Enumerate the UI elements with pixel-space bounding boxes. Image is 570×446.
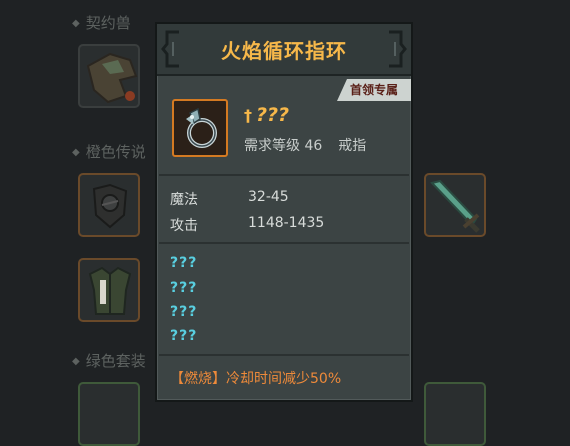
- required-level: 需求等级 46: [244, 138, 323, 154]
- divider: [159, 174, 409, 176]
- chest-armor-icon: [88, 266, 132, 315]
- beast-icon: [86, 52, 138, 104]
- item-title: 火焰循环指环: [221, 39, 347, 63]
- unknown-stat: ???: [170, 280, 198, 296]
- inventory-slot-orange-3[interactable]: [424, 173, 486, 237]
- inventory-slot-pet[interactable]: [78, 44, 140, 108]
- inventory-slot-green-2[interactable]: [78, 382, 140, 446]
- boss-exclusive-badge: 首领专属: [337, 79, 411, 101]
- bg-header-pet-label: 契约兽: [85, 14, 131, 32]
- diamond-icon: ◆: [72, 356, 80, 367]
- ring-icon: [186, 107, 217, 148]
- dagger-icon: †: [244, 106, 252, 125]
- bg-header-pet: ◆ 契约兽: [72, 12, 131, 33]
- stat-value: 32-45: [248, 189, 289, 205]
- stat-value: 1148-1435: [248, 215, 325, 231]
- bg-header-orange: ◆ 橙色传说: [72, 141, 146, 162]
- diamond-icon: ◆: [72, 147, 80, 158]
- slot-type: 戒指: [338, 138, 367, 154]
- inventory-slot-green-1[interactable]: [424, 382, 486, 446]
- tooltip-title-bar: 火焰循环指环: [157, 24, 411, 76]
- unknown-stat: ???: [170, 304, 198, 320]
- stat-label: 攻击: [170, 218, 198, 234]
- bg-header-orange-label: 橙色传说: [85, 143, 146, 161]
- ring-item-icon: [172, 99, 228, 157]
- inventory-slot-orange-2[interactable]: [78, 258, 140, 322]
- divider: [159, 242, 409, 244]
- inventory-slot-orange-1[interactable]: [78, 173, 140, 237]
- item-name-unknown: †???: [244, 104, 289, 126]
- divider: [159, 354, 409, 356]
- sword-icon: [430, 179, 480, 233]
- item-name-text: ???: [256, 104, 290, 126]
- burn-effect-text: 【燃烧】冷却时间减少50%: [170, 371, 342, 387]
- unknown-stat: ???: [170, 328, 198, 344]
- unknown-stat: ???: [170, 255, 198, 271]
- stat-row-attack: 攻击 1148-1435: [170, 215, 324, 235]
- stat-label: 魔法: [170, 192, 198, 208]
- item-requirements: 需求等级 46 戒指: [244, 135, 366, 155]
- stat-row-magic: 魔法 32-45: [170, 189, 289, 209]
- ornament-right-icon: [389, 30, 407, 68]
- item-tooltip-panel: 火焰循环指环 首领专属 †??? 需求等级 46 戒指 魔法 32-45 攻击 1…: [155, 22, 413, 402]
- diamond-icon: ◆: [72, 18, 80, 29]
- bg-header-green: ◆ 绿色套装: [72, 350, 146, 371]
- bg-header-green-label: 绿色套装: [85, 352, 146, 370]
- armor-piece-icon: [92, 183, 128, 229]
